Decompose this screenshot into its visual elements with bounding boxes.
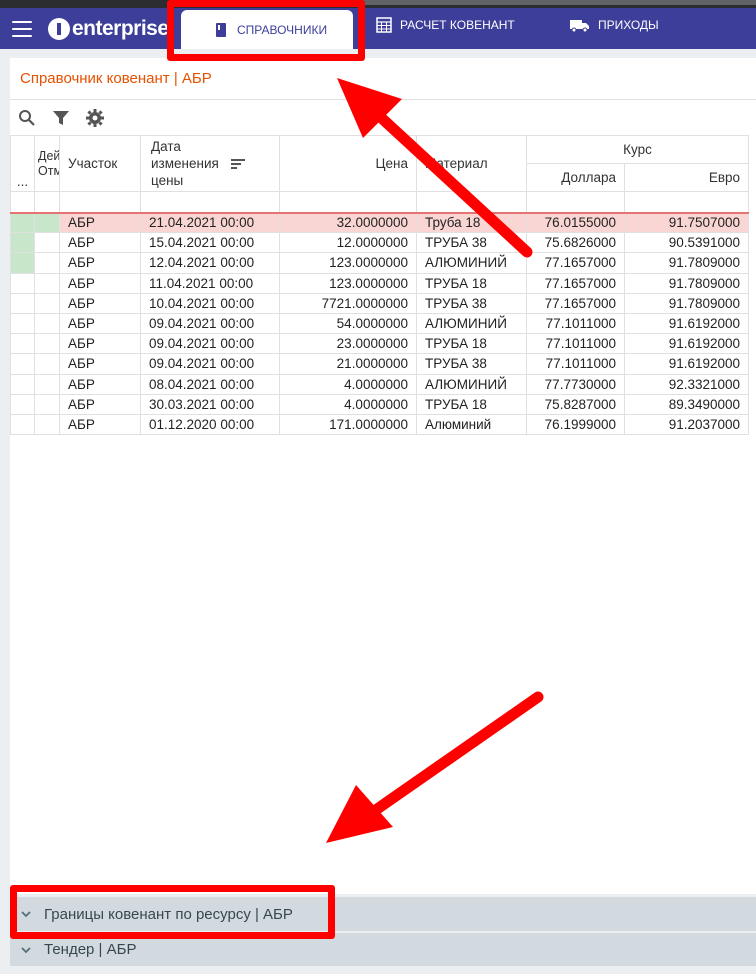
annotation-arrow-up bbox=[337, 78, 533, 258]
annotation-arrows bbox=[326, 78, 544, 843]
annotation-arrow-down bbox=[326, 691, 544, 843]
